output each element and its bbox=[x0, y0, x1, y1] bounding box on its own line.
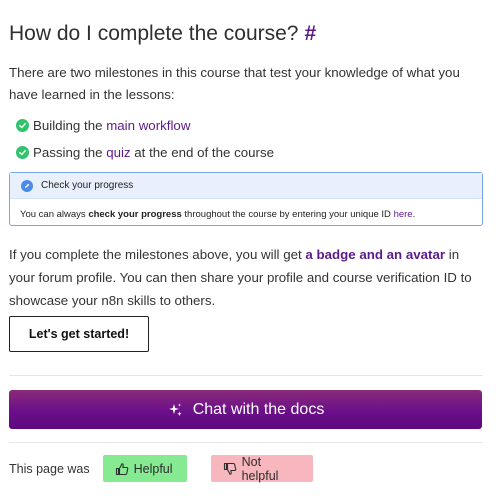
chat-button-label: Chat with the docs bbox=[192, 400, 325, 418]
milestone-suffix: at the end of the course bbox=[130, 145, 275, 160]
milestone-list: Building the main workflow Passing the q… bbox=[16, 112, 274, 166]
badge-avatar-link[interactable]: a badge and an avatar bbox=[305, 247, 445, 262]
thumbs-down-icon bbox=[223, 462, 237, 476]
callout-header: Check your progress bbox=[10, 173, 482, 199]
milestone-prefix: Building the bbox=[33, 118, 107, 133]
list-item: Passing the quiz at the end of the cours… bbox=[16, 139, 274, 166]
check-circle-icon bbox=[16, 119, 29, 132]
reward-text: If you complete the milestones above, yo… bbox=[9, 247, 306, 262]
page-title: How do I complete the course? # bbox=[9, 22, 316, 46]
milestone-prefix: Passing the bbox=[33, 145, 107, 160]
callout-body-text: You can always bbox=[20, 209, 89, 220]
thumbs-up-icon bbox=[115, 462, 129, 476]
callout-body-text: throughout the course by entering your u… bbox=[181, 209, 394, 220]
reward-paragraph: If you complete the milestones above, yo… bbox=[9, 243, 483, 312]
callout-title: Check your progress bbox=[41, 180, 134, 191]
not-helpful-button[interactable]: Not helpful bbox=[210, 454, 313, 483]
helpful-label: Helpful bbox=[133, 461, 173, 476]
main-workflow-link[interactable]: main workflow bbox=[106, 118, 190, 133]
chat-with-docs-button[interactable]: Chat with the docs bbox=[9, 390, 482, 429]
feedback-label: This page was bbox=[9, 461, 90, 476]
callout-body-bold: check your progress bbox=[88, 209, 182, 220]
milestone-text: Building the main workflow bbox=[33, 118, 190, 133]
milestone-text: Passing the quiz at the end of the cours… bbox=[33, 145, 274, 160]
heading-anchor-link[interactable]: # bbox=[305, 22, 317, 45]
callout-body-text: . bbox=[412, 209, 416, 220]
pencil-circle-icon bbox=[21, 179, 33, 192]
divider bbox=[9, 375, 483, 376]
not-helpful-label: Not helpful bbox=[241, 454, 279, 483]
progress-here-link[interactable]: here bbox=[394, 209, 413, 220]
get-started-button[interactable]: Let's get started! bbox=[9, 316, 149, 352]
progress-callout: Check your progress You can always check… bbox=[9, 172, 483, 226]
quiz-link[interactable]: quiz bbox=[106, 145, 130, 160]
divider bbox=[9, 442, 483, 443]
sparkles-icon bbox=[167, 402, 183, 418]
callout-body: You can always check your progress throu… bbox=[10, 199, 482, 220]
intro-paragraph: There are two milestones in this course … bbox=[9, 65, 460, 102]
list-item: Building the main workflow bbox=[16, 112, 274, 139]
check-circle-icon bbox=[16, 146, 29, 159]
page-title-text: How do I complete the course? bbox=[9, 22, 299, 45]
helpful-button[interactable]: Helpful bbox=[102, 455, 187, 482]
page-feedback: This page was Helpful Not helpful bbox=[9, 454, 313, 483]
